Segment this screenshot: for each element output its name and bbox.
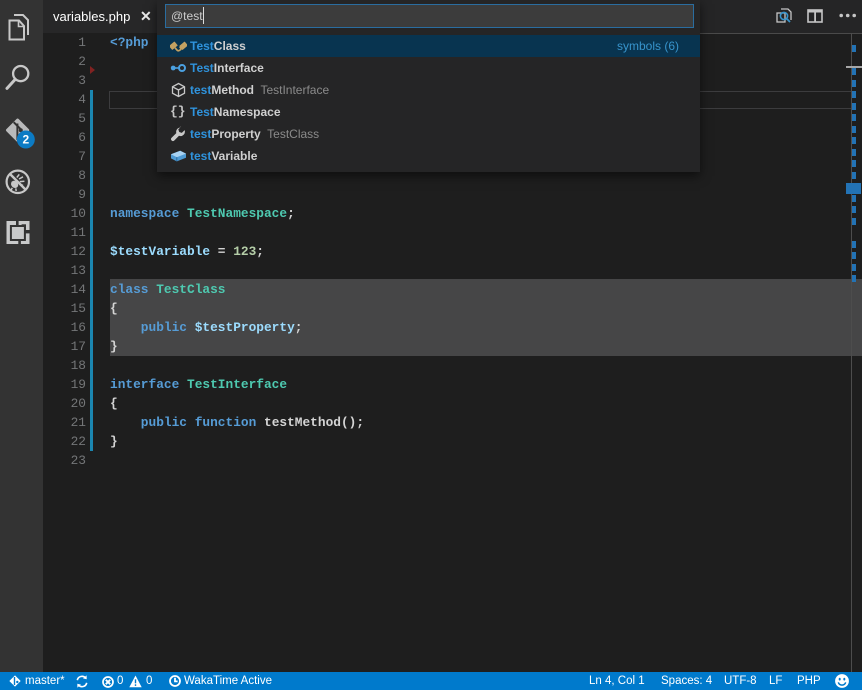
svg-text:2: 2	[22, 133, 29, 147]
